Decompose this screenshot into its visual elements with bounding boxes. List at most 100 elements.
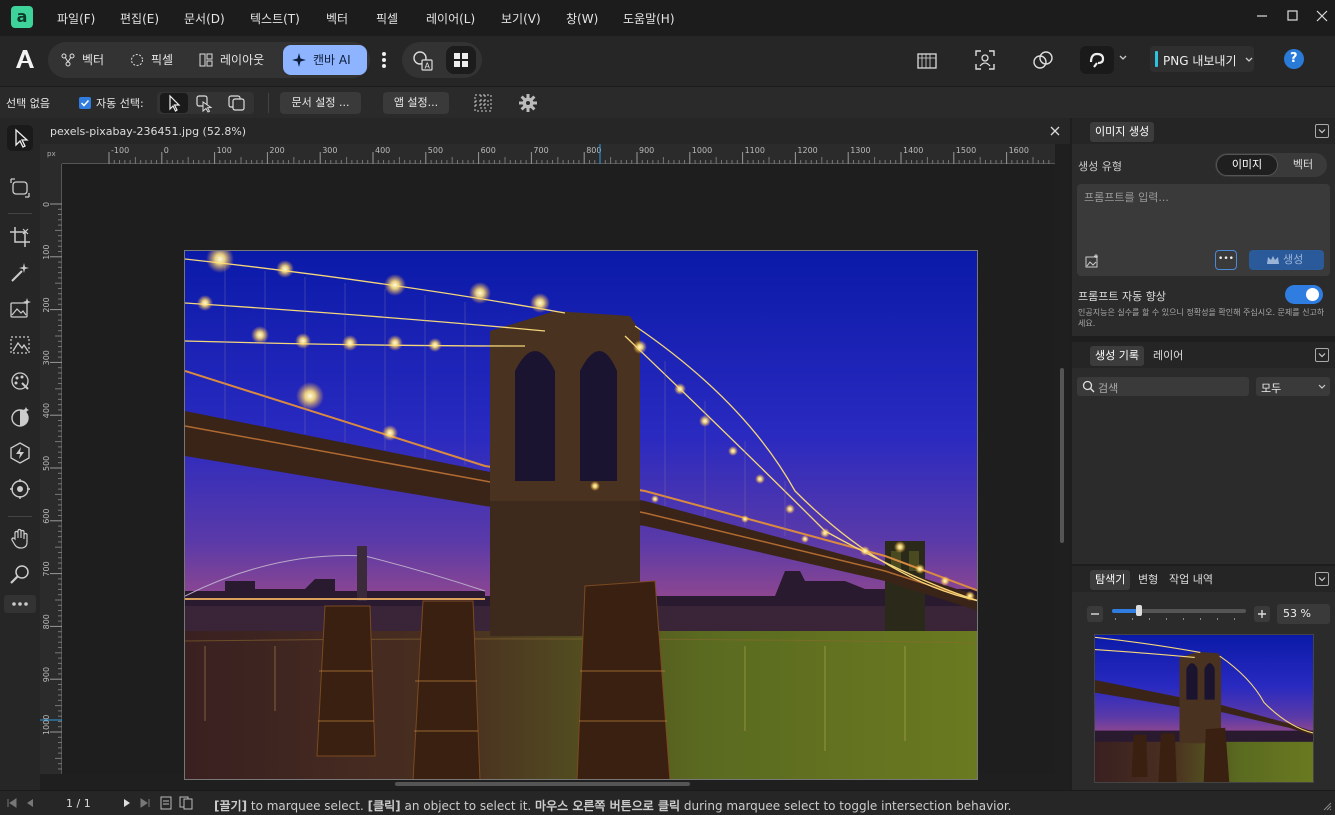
divider	[268, 93, 269, 113]
horizontal-scrollbar[interactable]	[395, 782, 690, 786]
chevron-down-icon[interactable]	[1118, 53, 1128, 63]
menu-edit[interactable]: 편집(E)	[120, 10, 159, 27]
pointer-mode-icon[interactable]	[160, 93, 188, 113]
magic-edit-icon[interactable]	[7, 260, 33, 286]
history-search-input[interactable]: 검색	[1077, 377, 1249, 396]
zoom-slider[interactable]	[1112, 605, 1246, 622]
image-generate-icon[interactable]	[7, 296, 33, 322]
previous-page-icon[interactable]	[24, 797, 36, 809]
menu-layer[interactable]: 레이어(L)	[426, 10, 475, 27]
zoom-value-field[interactable]: 53 %	[1277, 604, 1330, 624]
history-filter-select[interactable]: 모두	[1256, 377, 1330, 396]
artboard-tool-icon[interactable]	[7, 175, 33, 201]
persona-layout-button[interactable]: 레이아웃	[190, 45, 278, 75]
grid-view-icon[interactable]	[446, 46, 476, 74]
zoom-slider-handle[interactable]	[1136, 605, 1142, 616]
type-vector-button[interactable]: 벡터	[1280, 154, 1326, 176]
hint-text-1: to marquee select.	[247, 799, 368, 813]
menu-pixel[interactable]: 픽셀	[376, 10, 398, 27]
persona-canva-ai-button[interactable]: 캔바 AI	[283, 45, 367, 75]
navigator-thumbnail[interactable]	[1094, 634, 1314, 783]
app-setup-button[interactable]: 앱 설정...	[383, 92, 449, 114]
zoom-in-icon[interactable]	[1254, 606, 1270, 622]
bridge-light	[590, 481, 600, 491]
toggle-knob	[1306, 288, 1319, 301]
document-setup-button[interactable]: 문서 설정 ...	[280, 92, 361, 114]
bridge-photo[interactable]	[184, 250, 978, 780]
first-page-icon[interactable]	[6, 797, 18, 809]
bridge-light	[382, 425, 398, 441]
menu-file[interactable]: 파일(F)	[57, 10, 95, 27]
close-document-icon[interactable]	[1049, 125, 1061, 137]
type-image-button[interactable]: 이미지	[1216, 154, 1278, 176]
menu-help[interactable]: 도움말(H)	[623, 10, 675, 27]
more-options-button[interactable]: •••	[1215, 250, 1237, 270]
vertical-ruler: 0 100 200 300 400 500 600 700 800 900 1000	[40, 164, 62, 774]
generate-button[interactable]: 생성	[1249, 250, 1324, 270]
canvas[interactable]	[62, 164, 1055, 780]
ruler-tick-label: 900	[42, 667, 51, 682]
tab-image-generation[interactable]: 이미지 생성	[1090, 122, 1155, 142]
settings-gear-icon[interactable]	[518, 93, 538, 113]
snapping-icon[interactable]	[915, 48, 939, 72]
menu-vector[interactable]: 벡터	[326, 10, 348, 27]
tab-generation-history[interactable]: 생성 기록	[1090, 346, 1144, 366]
prompt-input[interactable]: 프롬프트를 입력... ••• 생성	[1077, 184, 1330, 276]
persona-pixel-button[interactable]: 픽셀	[121, 45, 187, 75]
crop-tool-icon[interactable]	[7, 224, 33, 250]
help-icon[interactable]: ?	[1284, 49, 1304, 69]
intersect-mode-icon[interactable]	[193, 93, 217, 113]
enhance-icon[interactable]	[7, 476, 33, 502]
ruler-tick-label: 200	[269, 146, 284, 155]
face-detect-icon[interactable]	[973, 48, 997, 72]
image-attach-icon[interactable]	[1085, 254, 1099, 268]
more-vertical-icon[interactable]	[378, 49, 390, 71]
next-page-icon[interactable]	[121, 797, 133, 809]
persona-vector-button[interactable]: 벡터	[52, 45, 118, 75]
chevron-down-icon	[1318, 384, 1326, 389]
close-window-icon[interactable]	[1311, 6, 1333, 26]
collapse-icon[interactable]	[1315, 572, 1329, 586]
bridge-light	[785, 504, 795, 514]
menu-window[interactable]: 창(W)	[566, 10, 598, 27]
bridge-light	[915, 564, 925, 574]
menu-view[interactable]: 보기(V)	[501, 10, 541, 27]
collapse-icon[interactable]	[1315, 124, 1329, 138]
last-page-icon[interactable]	[139, 797, 151, 809]
export-png-button[interactable]: PNG 내보내기	[1150, 46, 1254, 72]
spread-icon[interactable]	[179, 796, 193, 810]
move-tool-icon[interactable]	[7, 125, 33, 151]
page-icon[interactable]	[160, 796, 172, 810]
auto-select-checkbox[interactable]	[79, 97, 91, 109]
document-tab[interactable]: pexels-pixabay-236451.jpg (52.8%)	[40, 118, 1070, 144]
affinity-logo-icon	[12, 46, 38, 72]
collapse-icon[interactable]	[1315, 348, 1329, 362]
tab-history[interactable]: 작업 내역	[1164, 570, 1218, 590]
maximize-icon[interactable]	[1281, 6, 1303, 26]
auto-enhance-toggle[interactable]	[1285, 285, 1323, 304]
link-button[interactable]	[1080, 46, 1114, 74]
menu-text[interactable]: 텍스트(T)	[250, 10, 300, 27]
background-remove-icon[interactable]	[7, 332, 33, 358]
tab-transform[interactable]: 변형	[1133, 570, 1163, 590]
style-transfer-icon[interactable]	[7, 368, 33, 394]
tab-navigator[interactable]: 탐색기	[1090, 570, 1131, 590]
tab-layers[interactable]: 레이어	[1148, 346, 1188, 366]
zoom-tool-icon[interactable]	[7, 562, 33, 588]
hint-drag: [끌기]	[214, 799, 248, 813]
hand-tool-icon[interactable]	[7, 526, 33, 552]
plugins-icon[interactable]	[1031, 48, 1055, 72]
quick-action-icon[interactable]	[7, 440, 33, 466]
resize-grip-icon[interactable]	[1322, 801, 1332, 811]
text-style-icon[interactable]: A	[412, 50, 434, 72]
contain-mode-icon[interactable]	[225, 93, 249, 113]
minimize-icon[interactable]	[1251, 6, 1273, 26]
app-logo-icon[interactable]: a	[11, 6, 33, 28]
more-tools-icon[interactable]	[4, 595, 36, 613]
grid-select-icon[interactable]	[474, 94, 492, 112]
color-adjust-icon[interactable]	[7, 404, 33, 430]
divider	[8, 516, 32, 517]
menu-document[interactable]: 문서(D)	[184, 10, 225, 27]
vertical-scrollbar[interactable]	[1060, 368, 1064, 543]
zoom-out-icon[interactable]	[1087, 606, 1103, 622]
